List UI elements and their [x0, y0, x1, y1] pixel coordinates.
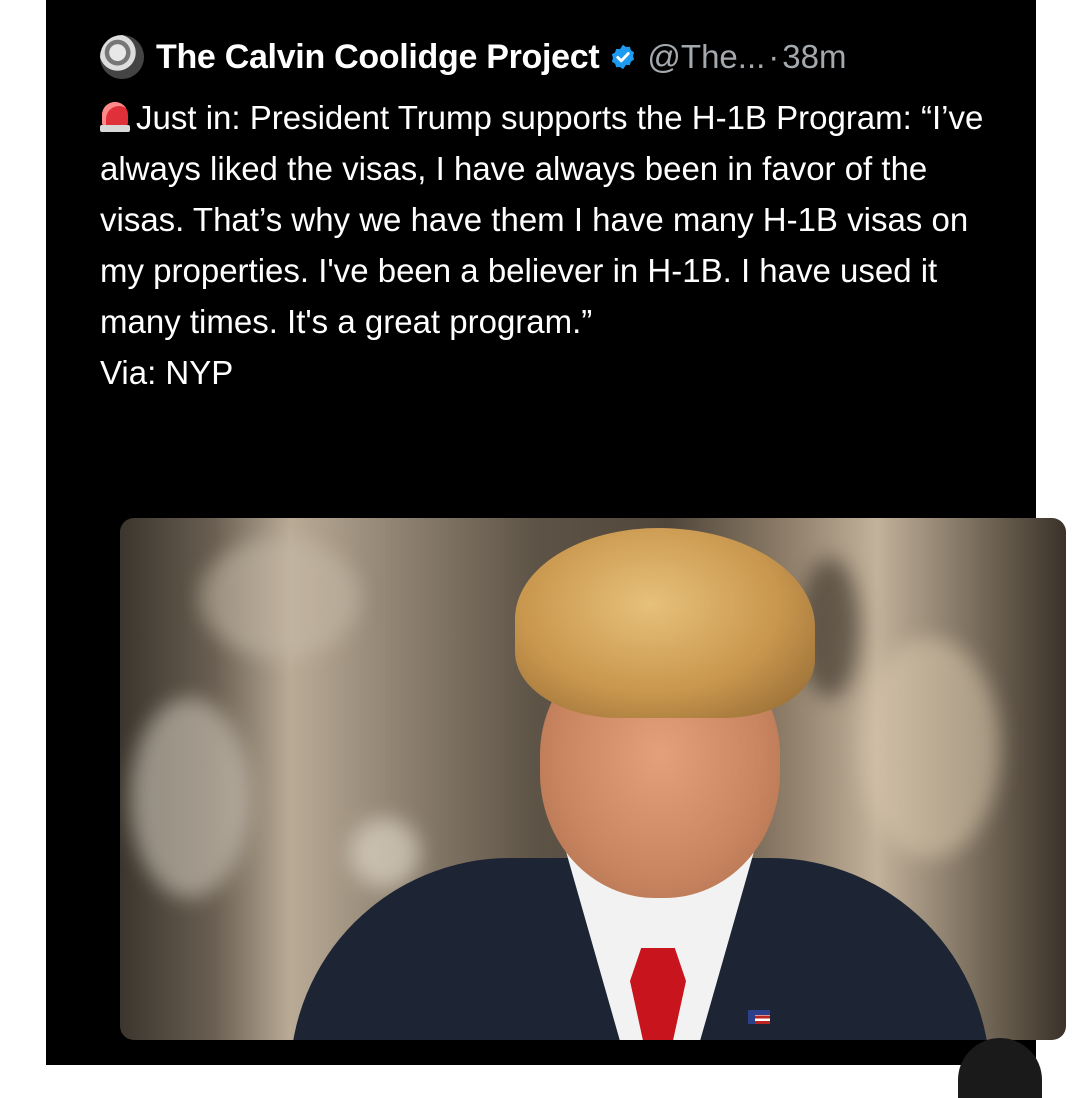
tweet-card[interactable]: The Calvin Coolidge Project @The... · 38…: [54, 0, 1066, 1040]
tweet-header: The Calvin Coolidge Project @The... · 38…: [100, 30, 847, 84]
portrait-hair: [515, 528, 815, 718]
meta-separator: ·: [768, 38, 780, 75]
flag-pin: [748, 1010, 770, 1024]
verified-badge-icon: [612, 44, 635, 70]
tweet-text: Just in: President Trump supports the H-…: [100, 99, 984, 340]
post-timestamp[interactable]: 38m: [782, 38, 846, 76]
tweet-photo[interactable]: [120, 518, 1066, 1040]
author-name[interactable]: The Calvin Coolidge Project: [156, 38, 600, 77]
author-handle[interactable]: @The...: [647, 38, 765, 76]
siren-emoji-icon: [100, 100, 130, 132]
author-avatar[interactable]: [100, 35, 144, 79]
source-credit: Via: NYP: [100, 354, 234, 391]
tweet-body: Just in: President Trump supports the H-…: [100, 92, 1000, 398]
